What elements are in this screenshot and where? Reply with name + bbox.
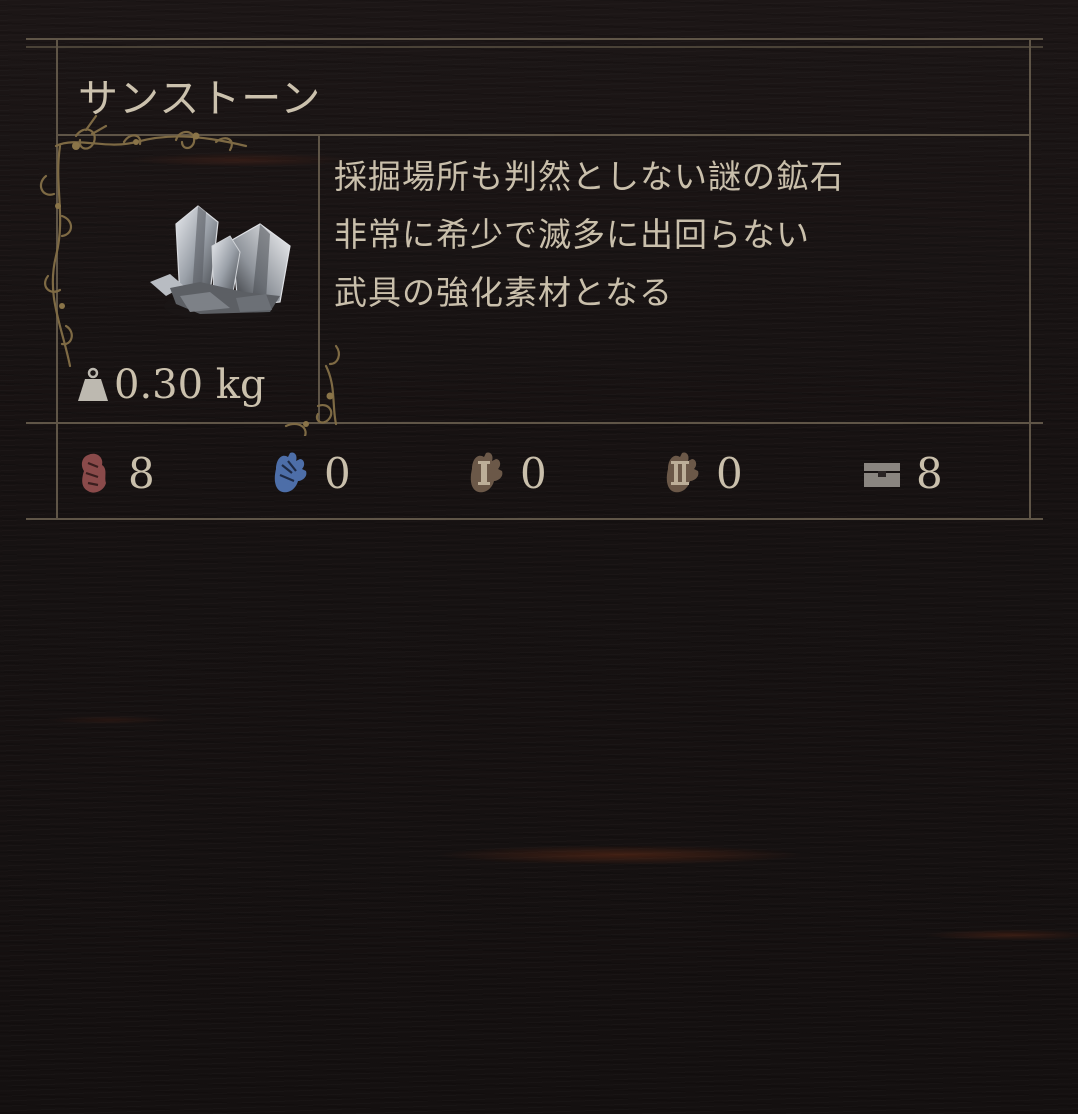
stats-divider-bottom: [26, 518, 1043, 520]
item-description: 採掘場所も判然としない謎の鉱石 非常に希少で滅多に出回らない 武具の強化素材とな…: [334, 148, 1034, 322]
stat-blue-hand: 0: [270, 440, 351, 506]
stat-value: 0: [520, 448, 547, 498]
item-detail-panel: サンストーン 0.30 kg 採掘場所も判然としない謎の鉱石 非常に希少で滅多に…: [26, 38, 1043, 520]
blue-hand-icon: [274, 452, 307, 493]
description-line: 武具の強化素材となる: [334, 273, 674, 312]
stat-storage: 8: [862, 440, 943, 506]
description-line: 非常に希少で滅多に出回らない: [334, 215, 810, 254]
red-hand-icon: [81, 453, 106, 493]
sunstone-image: [150, 205, 291, 320]
stat-value: 8: [128, 448, 155, 498]
weight-icon: [78, 367, 108, 401]
panel-top-border: [26, 38, 1043, 40]
weight-value: 0.30 kg: [114, 362, 266, 408]
chest-icon: [864, 463, 900, 487]
stat-hand-rank-1: 0: [466, 440, 547, 506]
description-line: 採掘場所も判然としない謎の鉱石: [334, 157, 844, 196]
item-icon-box: 0.30 kg: [39, 114, 340, 436]
stat-value: 0: [716, 448, 743, 498]
hand-rank-2-icon: [666, 452, 699, 493]
weight-row: 0.30 kg: [76, 360, 266, 410]
hand-rank-1-icon: [470, 452, 503, 493]
stat-red-hand: 8: [74, 440, 155, 506]
item-stats-row: 8 0 0 0 8: [74, 440, 1034, 506]
stat-hand-rank-2: 0: [662, 440, 743, 506]
stat-value: 8: [916, 448, 943, 498]
panel-top-border-inner: [26, 46, 1043, 48]
stat-value: 0: [324, 448, 351, 498]
